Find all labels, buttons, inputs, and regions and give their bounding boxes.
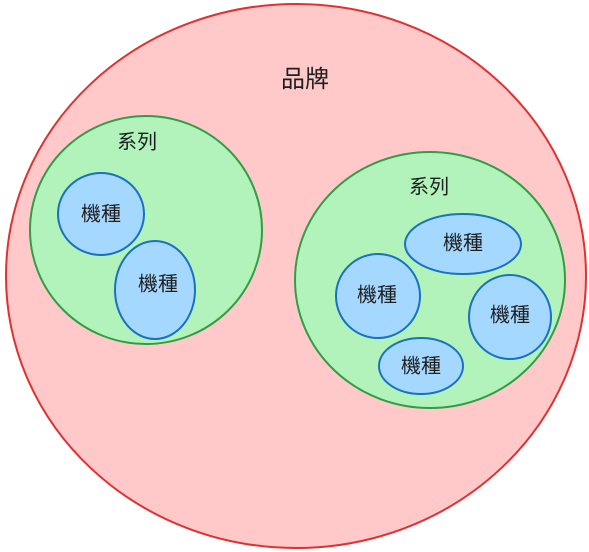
series-label-left: 系列 (117, 130, 157, 154)
model-label: 機種 (401, 354, 441, 378)
model-label: 機種 (357, 283, 397, 307)
model-label: 機種 (443, 231, 483, 255)
brand-label: 品牌 (281, 65, 329, 93)
series-label-right: 系列 (409, 175, 449, 199)
model-label: 機種 (138, 272, 178, 296)
venn-diagram: 品牌 系列 機種 機種 系列 機種 機種 機種 機種 (5, 3, 587, 549)
model-label: 機種 (81, 202, 121, 226)
model-label: 機種 (490, 303, 530, 327)
